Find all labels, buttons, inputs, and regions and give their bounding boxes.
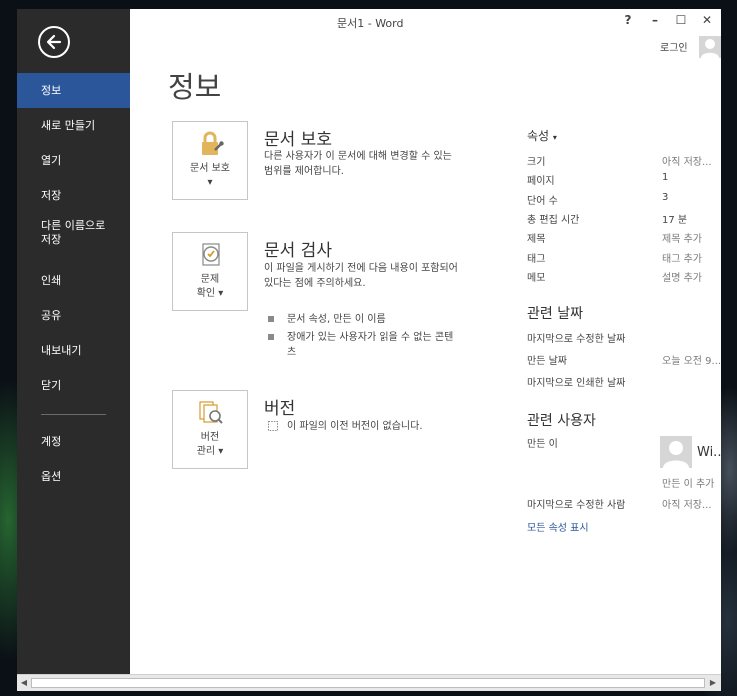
inspect-document-desc: 이 파일을 게시하기 전에 다음 내용이 포함되어 있다는 점에 주의하세요. bbox=[264, 263, 458, 289]
prop-pages-label: 페이지 bbox=[527, 176, 555, 187]
protect-document-desc: 다른 사용자가 이 문서에 대해 변경할 수 있는 범위를 제어합니다. bbox=[264, 151, 452, 177]
minimize-button[interactable]: – bbox=[647, 13, 663, 31]
versions-icon bbox=[199, 401, 223, 424]
scrollbar-thumb[interactable] bbox=[31, 678, 705, 688]
check-issues-label: 문제 확인 ▾ bbox=[196, 274, 224, 299]
manage-versions-button[interactable]: 버전 관리 ▾ bbox=[172, 390, 248, 469]
author-label: 만든 이 bbox=[527, 439, 558, 450]
sidebar-item-share[interactable]: 공유 bbox=[17, 298, 130, 333]
window-title: 문서1 - Word bbox=[337, 17, 404, 30]
sidebar-item-close[interactable]: 닫기 bbox=[17, 368, 130, 403]
protect-document-label: 문서 보호 ▾ bbox=[190, 163, 230, 188]
check-issues-button[interactable]: 문제 확인 ▾ bbox=[172, 232, 248, 311]
prop-words-label: 단어 수 bbox=[527, 196, 558, 207]
inspect-document-title: 문서 검사 bbox=[264, 241, 332, 261]
arrow-left-icon bbox=[46, 34, 62, 50]
document-small-icon bbox=[268, 421, 278, 431]
backstage-sidebar: 정보 새로 만들기 열기 저장 다른 이름으로 저장 인쇄 공유 내보내기 닫기… bbox=[17, 9, 130, 674]
prop-edit-time-value: 17 분 bbox=[662, 215, 688, 226]
maximize-button[interactable]: ☐ bbox=[673, 13, 689, 31]
protect-document-title: 문서 보호 bbox=[264, 130, 332, 150]
help-button[interactable]: ? bbox=[620, 13, 636, 31]
user-avatar[interactable] bbox=[699, 36, 721, 58]
sidebar-item-info[interactable]: 정보 bbox=[17, 73, 130, 108]
date-created-label: 만든 날짜 bbox=[527, 356, 567, 367]
show-all-properties-link[interactable]: 모든 속성 표시 bbox=[527, 519, 589, 534]
sidebar-item-save-as[interactable]: 다른 이름으로 저장 bbox=[17, 215, 117, 253]
person-icon bbox=[663, 441, 689, 468]
last-modified-by-label: 마지막으로 수정한 사람 bbox=[527, 500, 626, 511]
related-people-header: 관련 사용자 bbox=[527, 413, 596, 429]
prop-tags-label: 태그 bbox=[527, 254, 546, 265]
manage-versions-label: 버전 관리 ▾ bbox=[196, 432, 224, 457]
login-link[interactable]: 로그인 bbox=[660, 39, 688, 54]
inspect-bullet-accessibility: 장애가 있는 사용자가 읽을 수 없는 콘텐츠 bbox=[268, 330, 458, 360]
sidebar-item-new[interactable]: 새로 만들기 bbox=[17, 108, 130, 143]
prop-size-value: 아직 저장... bbox=[662, 157, 712, 168]
lock-key-icon bbox=[202, 131, 224, 155]
add-author-link[interactable]: 만든 이 추가 bbox=[662, 475, 714, 490]
scroll-left-arrow-icon[interactable]: ◀ bbox=[18, 677, 30, 689]
versions-desc: 이 파일의 이전 버전이 없습니다. bbox=[267, 419, 487, 434]
author-avatar[interactable] bbox=[660, 436, 692, 468]
date-last-printed-label: 마지막으로 인쇄한 날짜 bbox=[527, 378, 626, 389]
back-button[interactable] bbox=[38, 26, 70, 58]
sidebar-item-save[interactable]: 저장 bbox=[17, 178, 130, 213]
date-last-modified-label: 마지막으로 수정한 날짜 bbox=[527, 334, 626, 345]
date-created-value: 오늘 오전 9... bbox=[662, 356, 721, 367]
scroll-right-arrow-icon[interactable]: ▶ bbox=[707, 677, 719, 689]
prop-title-input[interactable]: 제목 추가 bbox=[662, 230, 702, 245]
versions-title: 버전 bbox=[264, 399, 296, 419]
sidebar-item-options[interactable]: 옵션 bbox=[17, 459, 130, 494]
page-title: 정보 bbox=[168, 70, 222, 104]
sidebar-item-account[interactable]: 계정 bbox=[17, 424, 130, 459]
prop-comments-input[interactable]: 설명 추가 bbox=[662, 269, 702, 284]
author-name[interactable]: Wi... bbox=[697, 445, 721, 460]
word-window: 정보 새로 만들기 열기 저장 다른 이름으로 저장 인쇄 공유 내보내기 닫기… bbox=[17, 9, 721, 691]
person-icon bbox=[701, 39, 719, 58]
prop-title-label: 제목 bbox=[527, 234, 546, 245]
horizontal-scrollbar[interactable]: ◀ ▶ bbox=[17, 674, 721, 691]
prop-edit-time-label: 총 편집 시간 bbox=[527, 215, 580, 226]
inspect-document-icon bbox=[202, 243, 220, 266]
sidebar-item-open[interactable]: 열기 bbox=[17, 143, 130, 178]
related-dates-header: 관련 날짜 bbox=[527, 306, 583, 322]
sidebar-divider bbox=[41, 414, 106, 415]
last-modified-by-value: 아직 저장... bbox=[662, 500, 712, 511]
close-button[interactable]: ✕ bbox=[699, 13, 715, 31]
sidebar-item-print[interactable]: 인쇄 bbox=[17, 263, 130, 298]
protect-document-button[interactable]: 문서 보호 ▾ bbox=[172, 121, 248, 200]
prop-pages-value: 1 bbox=[662, 172, 669, 183]
sidebar-item-export[interactable]: 내보내기 bbox=[17, 333, 130, 368]
prop-comments-label: 메모 bbox=[527, 273, 546, 284]
prop-size-label: 크기 bbox=[527, 157, 546, 168]
properties-header[interactable]: 속성 ▾ bbox=[527, 127, 557, 144]
prop-words-value: 3 bbox=[662, 192, 669, 203]
prop-tags-input[interactable]: 태그 추가 bbox=[662, 250, 702, 265]
inspect-bullet-properties: 문서 속성, 만든 이 이름 bbox=[268, 312, 458, 327]
